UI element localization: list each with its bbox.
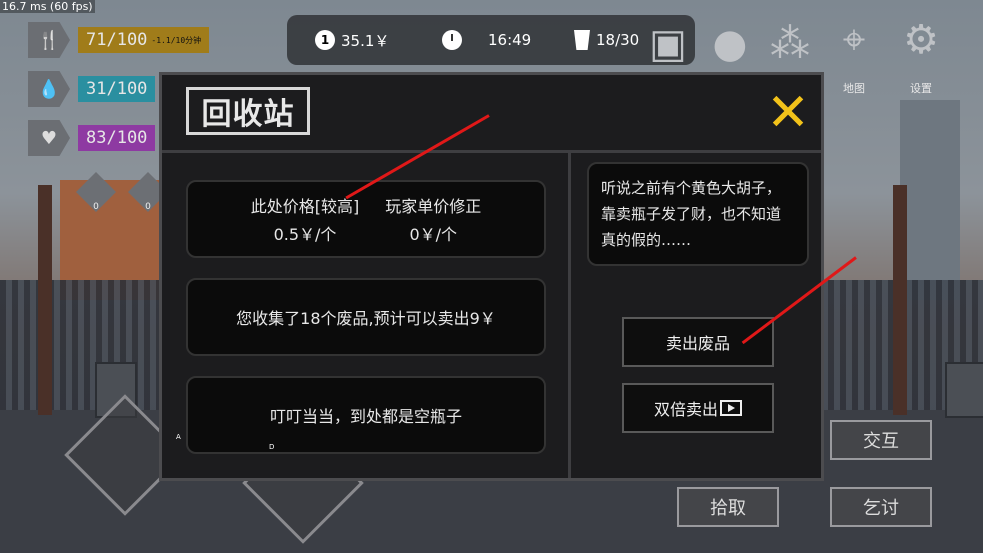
map-icon[interactable]: ⌖: [826, 12, 882, 68]
price-fix-value: 0￥/个: [409, 225, 458, 244]
skills-icon[interactable]: ⁂: [762, 16, 818, 72]
bag-value: 18/30: [596, 31, 640, 49]
beg-button[interactable]: 乞讨: [830, 487, 932, 527]
background-building: [900, 100, 960, 300]
utility-pole: [893, 185, 907, 415]
health-bar: 83/100: [78, 125, 156, 151]
hunger-stat: 🍴 71/100 -1.1/10分钟: [28, 22, 210, 58]
video-ad-icon: [720, 400, 742, 416]
time-value: 16:49: [488, 31, 532, 49]
rumor-panel: 听说之前有个黄色大胡子，靠卖瓶子发了财，也不知道真的假的……: [587, 162, 809, 266]
fork-knife-icon: 🍴: [28, 22, 70, 58]
recycle-station-dialog: 回收站 ✕ 此处价格[较高] 0.5￥/个 玩家单价修正 0￥/个 您收集了18…: [159, 72, 824, 481]
hunger-rate: -1.1/10分钟: [151, 35, 202, 45]
water-drop-icon: 💧: [28, 71, 70, 107]
settings-gear-icon[interactable]: ⚙: [893, 12, 949, 68]
price-label: 此处价格[较高]: [250, 197, 360, 216]
marker-d: D: [269, 443, 275, 451]
flavor-panel: 叮叮当当，到处都是空瓶子: [186, 376, 546, 454]
coin-icon: 1: [315, 30, 335, 50]
thirst-value: 31/100: [86, 79, 148, 99]
utility-pole: [38, 185, 52, 415]
pickup-button[interactable]: 拾取: [677, 487, 779, 527]
price-value: 0.5￥/个: [273, 225, 337, 244]
clock-icon: [442, 30, 462, 50]
backpack-icon[interactable]: ▣: [640, 16, 696, 72]
divider: [568, 153, 571, 478]
flavor-text: 叮叮当当，到处都是空瓶子: [269, 407, 462, 426]
double-sell-button[interactable]: 双倍卖出: [622, 383, 774, 433]
health-stat: ♥ 83/100: [28, 120, 156, 156]
double-sell-label: 双倍卖出: [653, 400, 718, 419]
sell-button[interactable]: 卖出废品: [622, 317, 774, 367]
interact-button[interactable]: 交互: [830, 420, 932, 460]
collected-text: 您收集了18个废品,预计可以卖出9￥: [236, 309, 496, 328]
money-value: 35.1￥: [341, 31, 390, 50]
hunger-bar: 71/100 -1.1/10分钟: [78, 27, 210, 53]
bag-icon: [574, 30, 590, 50]
thirst-stat: 💧 31/100: [28, 71, 156, 107]
dialog-title: 回收站: [186, 87, 310, 135]
health-value: 83/100: [86, 128, 148, 148]
resource-bar: 1 35.1￥ 16:49 18/30: [287, 15, 695, 65]
hunger-value: 71/100: [86, 30, 148, 50]
price-fix-label: 玩家单价修正: [385, 197, 482, 216]
marker-a: A: [176, 433, 181, 441]
rumor-text: 听说之前有个黄色大胡子，靠卖瓶子发了财，也不知道真的假的……: [601, 179, 782, 249]
map-label: 地图: [843, 82, 865, 95]
collected-panel: 您收集了18个废品,预计可以卖出9￥: [186, 278, 546, 356]
thirst-bar: 31/100: [78, 76, 156, 102]
heartbeat-icon: ♥: [28, 120, 70, 156]
price-panel: 此处价格[较高] 0.5￥/个 玩家单价修正 0￥/个: [186, 180, 546, 258]
character-icon[interactable]: ●: [702, 16, 758, 72]
settings-label: 设置: [910, 82, 932, 95]
fps-counter: 16.7 ms (60 fps): [0, 0, 95, 13]
trash-can: [945, 362, 983, 418]
divider: [162, 150, 821, 153]
close-icon[interactable]: ✕: [764, 87, 812, 139]
